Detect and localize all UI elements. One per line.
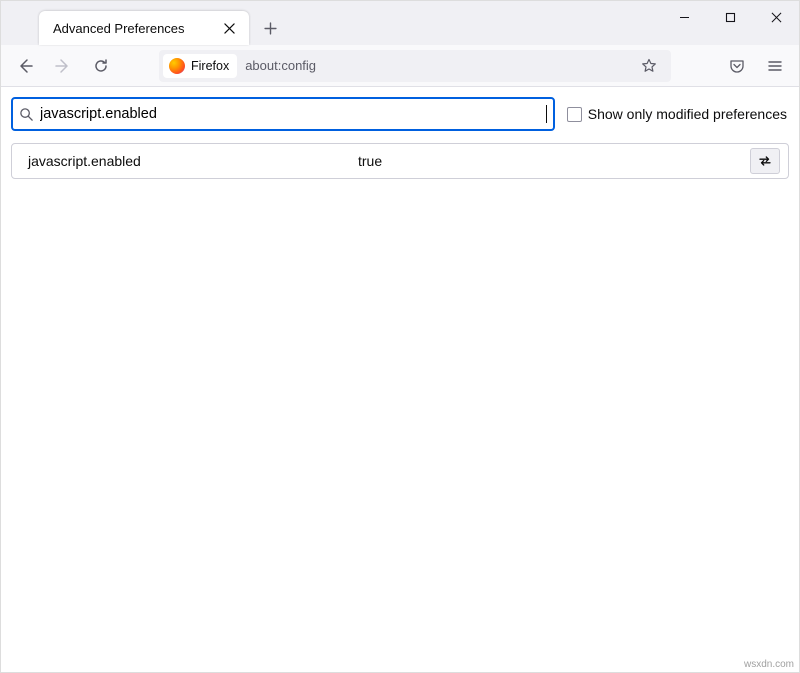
bookmark-button[interactable]: [635, 52, 663, 80]
reload-button[interactable]: [85, 50, 117, 82]
show-modified-checkbox[interactable]: Show only modified preferences: [567, 106, 789, 122]
maximize-icon: [725, 12, 736, 23]
pref-row[interactable]: javascript.enabled true: [12, 144, 788, 178]
about-config-content: Show only modified preferences javascrip…: [1, 87, 799, 657]
forward-arrow-icon: [55, 58, 71, 74]
titlebar: Advanced Preferences: [1, 1, 799, 45]
reload-icon: [93, 58, 109, 74]
pref-name: javascript.enabled: [28, 153, 358, 169]
search-row: Show only modified preferences: [11, 97, 789, 131]
close-icon: [224, 23, 235, 34]
app-menu-button[interactable]: [759, 50, 791, 82]
pref-search-input[interactable]: [34, 106, 550, 122]
hamburger-icon: [767, 58, 783, 74]
plus-icon: [264, 22, 277, 35]
toggle-icon: [757, 153, 773, 169]
pref-table: javascript.enabled true: [11, 143, 789, 179]
text-caret: [546, 105, 547, 123]
minimize-icon: [679, 12, 690, 23]
tab-close-button[interactable]: [219, 18, 239, 38]
navigation-toolbar: Firefox about:config: [1, 45, 799, 87]
close-icon: [771, 12, 782, 23]
watermark: wsxdn.com: [744, 659, 794, 670]
pref-search-box[interactable]: [11, 97, 555, 131]
pocket-icon: [729, 58, 745, 74]
back-arrow-icon: [17, 58, 33, 74]
window-controls: [661, 1, 799, 37]
window-maximize-button[interactable]: [707, 1, 753, 33]
search-icon: [19, 107, 34, 122]
star-icon: [641, 58, 657, 74]
identity-label: Firefox: [191, 59, 229, 73]
pref-toggle-button[interactable]: [750, 148, 780, 174]
tab-title: Advanced Preferences: [53, 21, 219, 36]
new-tab-button[interactable]: [255, 13, 285, 43]
window-minimize-button[interactable]: [661, 1, 707, 33]
checkbox-icon: [567, 107, 582, 122]
firefox-logo-icon: [169, 58, 185, 74]
back-button[interactable]: [9, 50, 41, 82]
url-bar[interactable]: Firefox about:config: [159, 50, 671, 82]
checkbox-label-text: Show only modified preferences: [588, 106, 787, 122]
url-text: about:config: [245, 58, 635, 73]
identity-box[interactable]: Firefox: [163, 54, 237, 78]
forward-button[interactable]: [47, 50, 79, 82]
window-close-button[interactable]: [753, 1, 799, 33]
pref-value: true: [358, 153, 750, 169]
pocket-button[interactable]: [721, 50, 753, 82]
browser-tab[interactable]: Advanced Preferences: [39, 11, 249, 45]
